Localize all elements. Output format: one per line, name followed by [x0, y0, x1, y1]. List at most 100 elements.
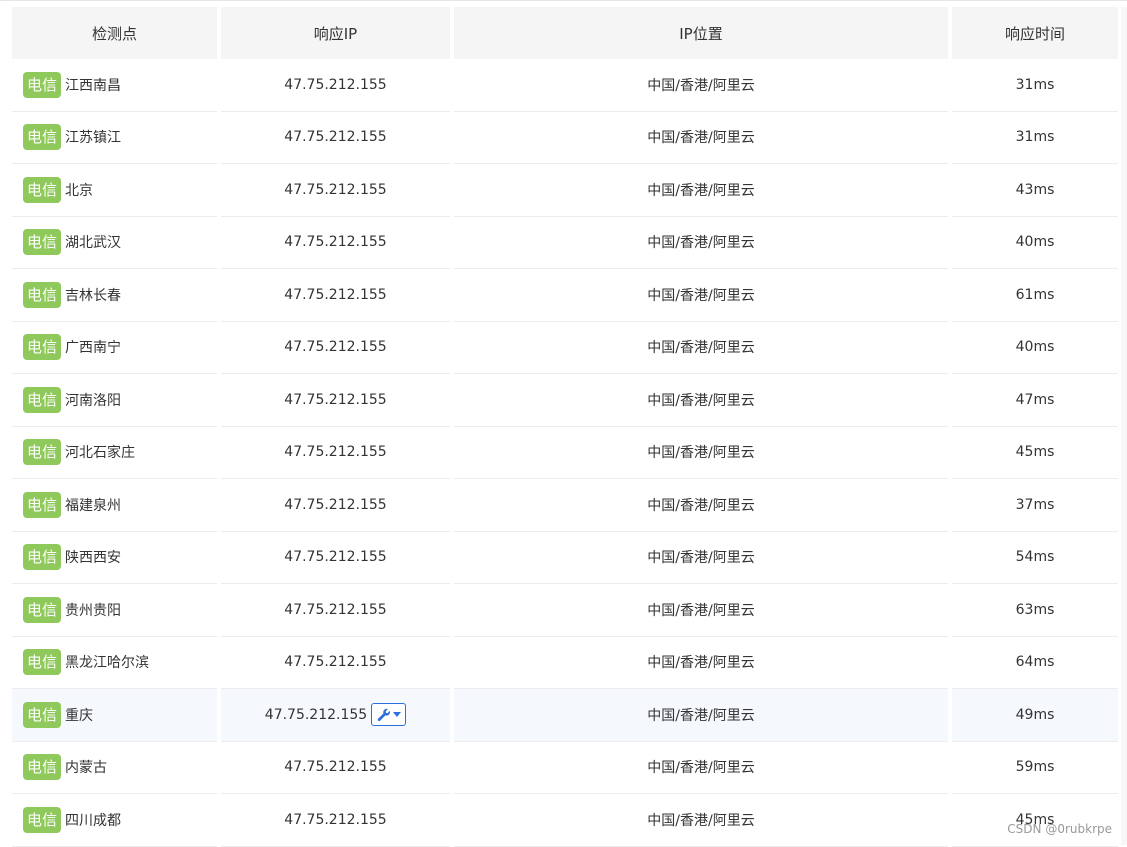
- isp-tag: 电信: [23, 649, 62, 676]
- ip-location-cell: 中国/香港/阿里云: [454, 637, 948, 689]
- response-ip: 47.75.212.155: [284, 391, 387, 408]
- response-ip-cell: 47.75.212.155: [221, 427, 450, 479]
- isp-tag: 电信: [23, 124, 62, 151]
- probe-cell: 电信 吉林长春: [12, 269, 217, 322]
- table-row[interactable]: 电信 陕西西安 47.75.212.155 中国/香港/阿里云 54ms: [12, 532, 1118, 584]
- response-time-cell: 54ms: [952, 532, 1118, 584]
- response-ip-cell: 47.75.212.155: [221, 374, 450, 427]
- ip-tools-dropdown-button[interactable]: [371, 703, 407, 727]
- response-time-cell: 63ms: [952, 584, 1118, 637]
- probe-location: 湖北武汉: [65, 235, 122, 252]
- table-row[interactable]: 电信 广西南宁 47.75.212.155 中国/香港/阿里云 40ms: [12, 322, 1118, 374]
- scroll-edge: [1121, 7, 1127, 845]
- isp-tag: 电信: [23, 596, 62, 623]
- ip-location-cell: 中国/香港/阿里云: [454, 532, 948, 584]
- probe-location: 黑龙江哈尔滨: [65, 655, 150, 672]
- response-ip: 47.75.212.155: [284, 234, 387, 251]
- probe-location: 江西南昌: [65, 77, 122, 94]
- response-time-cell: 40ms: [952, 217, 1118, 269]
- response-ip: 47.75.212.155: [284, 654, 387, 671]
- response-ip: 47.75.212.155: [284, 549, 387, 566]
- ip-location-cell: 中国/香港/阿里云: [454, 322, 948, 374]
- table-row[interactable]: 电信 河北石家庄 47.75.212.155 中国/香港/阿里云 45ms: [12, 427, 1118, 479]
- probe-cell: 电信 河北石家庄: [12, 427, 217, 479]
- response-ip: 47.75.212.155: [284, 339, 387, 356]
- probe-cell: 电信 北京: [12, 164, 217, 217]
- table-row[interactable]: 电信 江苏镇江 47.75.212.155 中国/香港/阿里云 31ms: [12, 112, 1118, 164]
- probe-location: 福建泉州: [65, 497, 122, 514]
- table-row[interactable]: 电信 湖北武汉 47.75.212.155 中国/香港/阿里云 40ms: [12, 217, 1118, 269]
- response-time-cell: 31ms: [952, 59, 1118, 112]
- probe-location: 北京: [65, 182, 94, 199]
- isp-tag: 电信: [23, 71, 62, 98]
- response-ip: 47.75.212.155: [284, 129, 387, 146]
- response-time-cell: 61ms: [952, 269, 1118, 322]
- isp-tag: 电信: [23, 544, 62, 571]
- ip-location-cell: 中国/香港/阿里云: [454, 59, 948, 112]
- probe-cell: 电信 重庆: [12, 689, 217, 742]
- response-ip-cell: 47.75.212.155: [221, 59, 450, 112]
- isp-tag: 电信: [23, 701, 62, 728]
- table-row[interactable]: 电信 河南洛阳 47.75.212.155 中国/香港/阿里云 47ms: [12, 374, 1118, 427]
- isp-tag: 电信: [23, 334, 62, 361]
- response-ip-cell: 47.75.212.155: [221, 532, 450, 584]
- response-time-cell: 59ms: [952, 742, 1118, 794]
- ip-location-cell: 中国/香港/阿里云: [454, 374, 948, 427]
- ip-location-cell: 中国/香港/阿里云: [454, 794, 948, 847]
- isp-tag: 电信: [23, 386, 62, 413]
- response-ip: 47.75.212.155: [284, 286, 387, 303]
- table-row[interactable]: 电信 福建泉州 47.75.212.155 中国/香港/阿里云 37ms: [12, 479, 1118, 532]
- probe-location: 四川成都: [65, 812, 122, 829]
- probe-cell: 电信 陕西西安: [12, 532, 217, 584]
- response-ip-cell: 47.75.212.155: [221, 112, 450, 164]
- probe-location: 重庆: [65, 707, 94, 724]
- table-row[interactable]: 电信 吉林长春 47.75.212.155 中国/香港/阿里云 61ms: [12, 269, 1118, 322]
- response-ip: 47.75.212.155: [264, 706, 368, 723]
- response-ip: 47.75.212.155: [284, 181, 387, 198]
- response-ip-cell: 47.75.212.155: [221, 742, 450, 794]
- response-ip-cell: 47.75.212.155: [221, 479, 450, 532]
- table-row[interactable]: 电信 重庆 47.75.212.155 中国/香港/阿里云 49ms: [12, 689, 1118, 742]
- response-time-cell: 40ms: [952, 322, 1118, 374]
- response-time-cell: 49ms: [952, 689, 1118, 742]
- table-row[interactable]: 电信 内蒙古 47.75.212.155 中国/香港/阿里云 59ms: [12, 742, 1118, 794]
- ip-location-cell: 中国/香港/阿里云: [454, 164, 948, 217]
- ping-results-table: 检测点 响应IP IP位置 响应时间 电信 江西南昌 47.75.212.155 中国…: [12, 7, 1118, 847]
- isp-tag: 电信: [23, 754, 62, 781]
- probe-cell: 电信 江西南昌: [12, 59, 217, 112]
- probe-cell: 电信 内蒙古: [12, 742, 217, 794]
- isp-tag: 电信: [23, 281, 62, 308]
- ip-location-cell: 中国/香港/阿里云: [454, 269, 948, 322]
- column-header-ip-location[interactable]: IP位置: [454, 7, 948, 59]
- ip-location-cell: 中国/香港/阿里云: [454, 689, 948, 742]
- table-body: 电信 江西南昌 47.75.212.155 中国/香港/阿里云 31ms 电信 江苏镇江 47…: [12, 59, 1118, 847]
- probe-location: 江苏镇江: [65, 130, 122, 147]
- response-time-cell: 43ms: [952, 164, 1118, 217]
- response-time-cell: 45ms: [952, 427, 1118, 479]
- table-row[interactable]: 电信 江西南昌 47.75.212.155 中国/香港/阿里云 31ms: [12, 59, 1118, 112]
- response-ip-cell: 47.75.212.155: [221, 269, 450, 322]
- response-time-cell: 45ms: [952, 794, 1118, 847]
- column-header-ip[interactable]: 响应IP: [221, 7, 450, 59]
- probe-location: 河北石家庄: [65, 445, 136, 462]
- ip-location-cell: 中国/香港/阿里云: [454, 217, 948, 269]
- probe-location: 贵州贵阳: [65, 602, 122, 619]
- ip-location-cell: 中国/香港/阿里云: [454, 427, 948, 479]
- probe-cell: 电信 湖北武汉: [12, 217, 217, 269]
- response-time-cell: 47ms: [952, 374, 1118, 427]
- response-ip-cell: 47.75.212.155: [221, 689, 450, 742]
- table-row[interactable]: 电信 四川成都 47.75.212.155 中国/香港/阿里云 45ms: [12, 794, 1118, 847]
- response-ip: 47.75.212.155: [284, 759, 387, 776]
- table-row[interactable]: 电信 北京 47.75.212.155 中国/香港/阿里云 43ms: [12, 164, 1118, 217]
- isp-tag: 电信: [23, 806, 62, 833]
- chevron-down-icon: [392, 712, 401, 718]
- response-ip-cell: 47.75.212.155: [221, 217, 450, 269]
- response-ip: 47.75.212.155: [284, 601, 387, 618]
- column-header-response-time[interactable]: 响应时间: [952, 7, 1118, 59]
- isp-tag: 电信: [23, 491, 62, 518]
- probe-cell: 电信 福建泉州: [12, 479, 217, 532]
- table-row[interactable]: 电信 贵州贵阳 47.75.212.155 中国/香港/阿里云 63ms: [12, 584, 1118, 637]
- table-row[interactable]: 电信 黑龙江哈尔滨 47.75.212.155 中国/香港/阿里云 64ms: [12, 637, 1118, 689]
- column-header-probe[interactable]: 检测点: [12, 7, 217, 59]
- probe-cell: 电信 广西南宁: [12, 322, 217, 374]
